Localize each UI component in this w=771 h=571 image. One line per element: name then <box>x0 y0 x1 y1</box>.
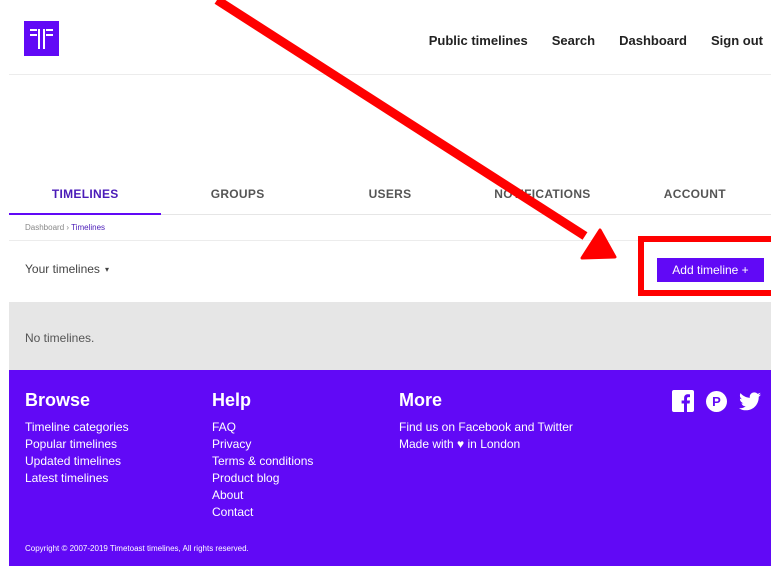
footer-link-terms[interactable]: Terms & conditions <box>212 453 313 470</box>
footer-link-updated-timelines[interactable]: Updated timelines <box>25 453 129 470</box>
tab-users[interactable]: USERS <box>314 174 466 214</box>
footer-browse-column: Browse Timeline categories Popular timel… <box>25 390 129 487</box>
empty-message: No timelines. <box>25 331 95 345</box>
nav-sign-out[interactable]: Sign out <box>711 33 763 48</box>
annotation-highlight-box <box>638 236 771 296</box>
footer-help-column: Help FAQ Privacy Terms & conditions Prod… <box>212 390 313 521</box>
top-navigation: Public timelines Search Dashboard Sign o… <box>429 33 763 48</box>
tab-timelines[interactable]: TIMELINES <box>9 174 162 215</box>
footer-link-privacy[interactable]: Privacy <box>212 436 313 453</box>
footer-link-about[interactable]: About <box>212 487 313 504</box>
footer-link-faq[interactable]: FAQ <box>212 419 313 436</box>
footer-link-timeline-categories[interactable]: Timeline categories <box>25 419 129 436</box>
footer-link-popular-timelines[interactable]: Popular timelines <box>25 436 129 453</box>
tab-groups[interactable]: GROUPS <box>161 174 313 214</box>
caret-down-icon: ▾ <box>104 265 109 274</box>
footer-help-title: Help <box>212 390 252 410</box>
facebook-icon[interactable] <box>672 390 694 417</box>
tab-notifications[interactable]: NOTIFICATIONS <box>466 174 618 214</box>
footer-link-latest-timelines[interactable]: Latest timelines <box>25 470 129 487</box>
footer-social-text: Find us on Facebook and Twitter <box>399 420 573 434</box>
footer-more-column: More Find us on Facebook and Twitter Mad… <box>399 390 573 453</box>
nav-dashboard[interactable]: Dashboard <box>619 33 687 48</box>
your-timelines-label: Your timelines <box>25 262 100 276</box>
nav-search[interactable]: Search <box>552 33 595 48</box>
svg-text:P: P <box>712 394 721 409</box>
breadcrumb-dashboard[interactable]: Dashboard <box>25 223 64 232</box>
nav-public-timelines[interactable]: Public timelines <box>429 33 528 48</box>
breadcrumb-timelines[interactable]: Timelines <box>71 223 105 232</box>
made-with-suffix: in London <box>467 437 521 451</box>
footer-more-title: More <box>399 390 443 410</box>
social-links: P <box>672 390 761 417</box>
footer-browse-title: Browse <box>25 390 91 410</box>
timetoast-logo-icon[interactable] <box>24 21 59 56</box>
breadcrumb-separator: › <box>66 223 70 232</box>
dashboard-tabs: TIMELINES GROUPS USERS NOTIFICATIONS ACC… <box>9 174 771 215</box>
tab-account[interactable]: ACCOUNT <box>619 174 771 214</box>
footer-link-contact[interactable]: Contact <box>212 504 313 521</box>
pinterest-icon[interactable]: P <box>706 390 727 417</box>
site-header: Public timelines Search Dashboard Sign o… <box>9 0 771 75</box>
empty-state: No timelines. <box>9 302 771 370</box>
your-timelines-dropdown[interactable]: Your timelines ▾ <box>25 262 109 276</box>
copyright-text: Copyright © 2007-2019 Timetoast timeline… <box>25 544 249 553</box>
twitter-icon[interactable] <box>739 391 761 416</box>
footer-made-with: Made with ♥ in London <box>399 436 573 453</box>
made-with-prefix: Made with <box>399 437 454 451</box>
heart-icon: ♥ <box>457 437 465 451</box>
site-footer: Browse Timeline categories Popular timel… <box>9 370 771 566</box>
footer-link-product-blog[interactable]: Product blog <box>212 470 313 487</box>
